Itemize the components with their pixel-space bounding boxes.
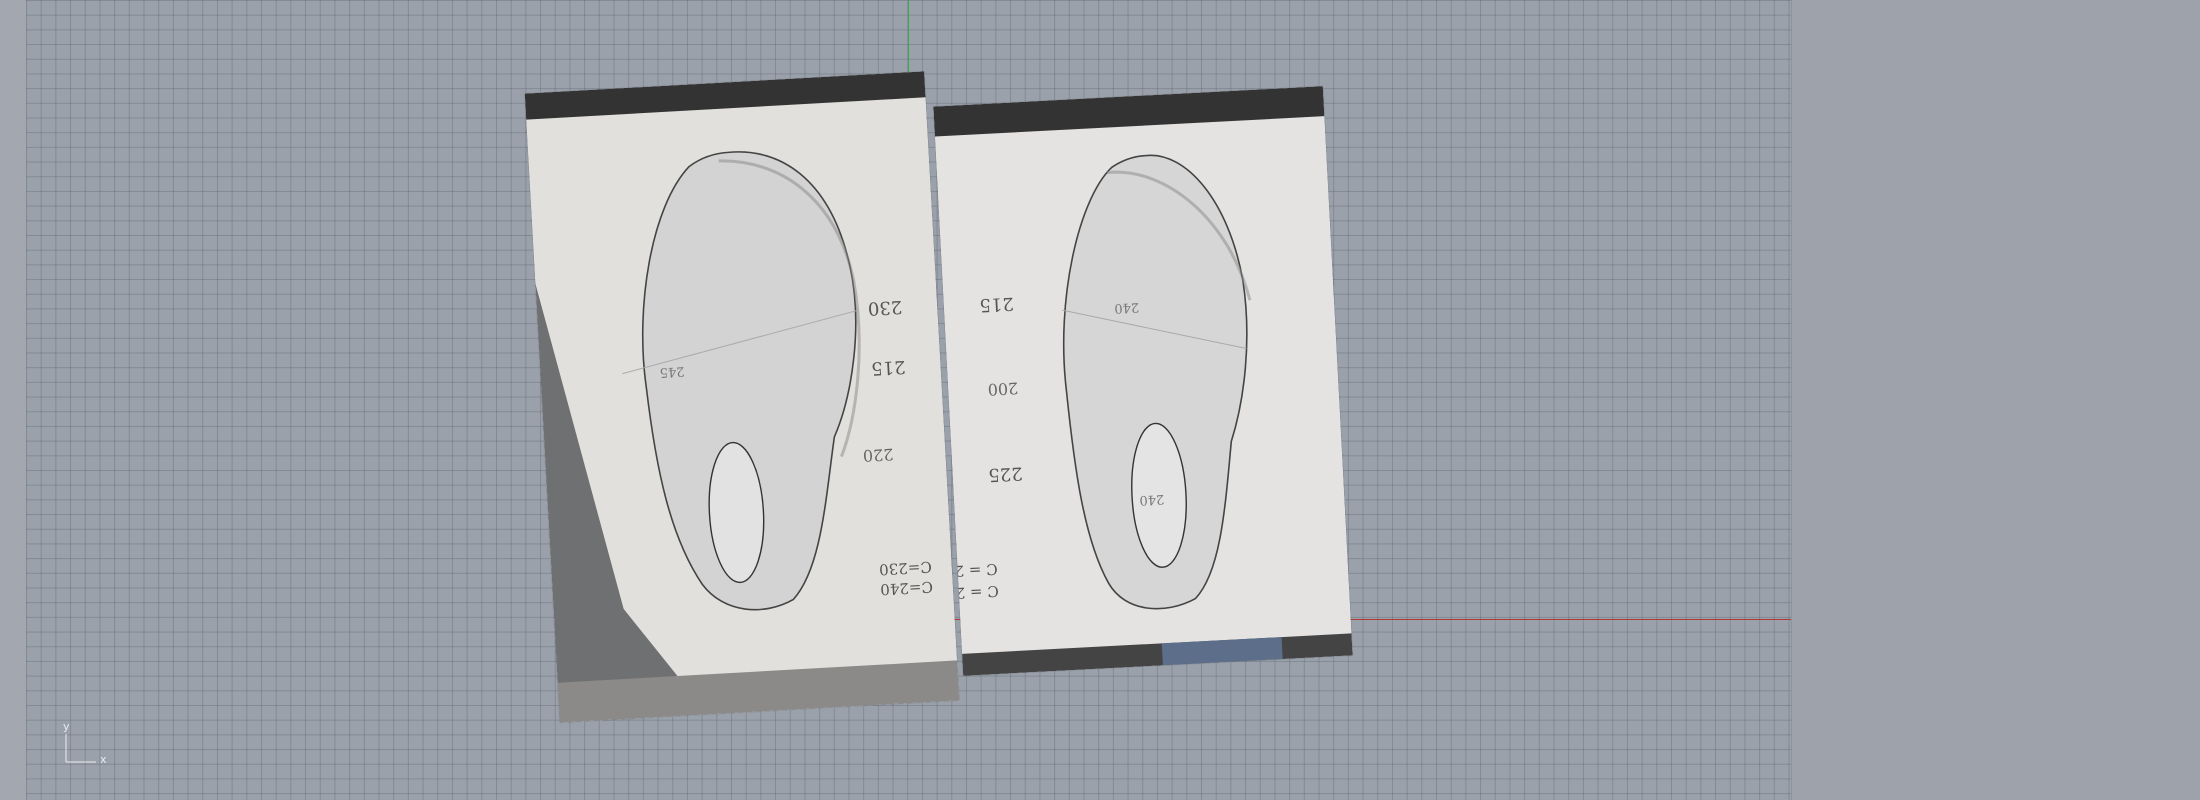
reference-image-right[interactable]: 215 200 225 C = 205 C = 230 240 240 — [933, 86, 1353, 676]
left-annotation-3: 220 — [862, 445, 894, 466]
viewport-top[interactable]: 230 215 220 C=230 C=240 245 215 200 225 … — [26, 0, 1791, 800]
right-annotation-3: 225 — [988, 462, 1023, 485]
right-annotation-1: 215 — [979, 293, 1014, 316]
right-panel-strip — [1791, 0, 2200, 800]
left-annotation-4: C=230 — [879, 558, 933, 579]
left-annotation-1: 230 — [867, 296, 902, 319]
y-axis-label: y — [63, 720, 70, 733]
left-annotation-2: 215 — [871, 356, 906, 379]
left-panel-strip — [0, 0, 26, 800]
right-sketch-svg: 215 200 225 C = 205 C = 230 240 240 — [933, 86, 1353, 676]
world-axes-icon: x y — [62, 720, 112, 766]
reference-image-left[interactable]: 230 215 220 C=230 C=240 245 — [524, 71, 960, 723]
right-annotation-7: 240 — [1139, 491, 1165, 507]
left-sketch-svg: 230 215 220 C=230 C=240 245 — [524, 71, 960, 723]
right-annotation-2: 200 — [987, 379, 1018, 400]
x-axis-label: x — [100, 753, 107, 766]
left-annotation-5: C=240 — [880, 578, 934, 599]
right-annotation-6: 240 — [1114, 299, 1140, 315]
left-annotation-6: 245 — [659, 363, 685, 379]
